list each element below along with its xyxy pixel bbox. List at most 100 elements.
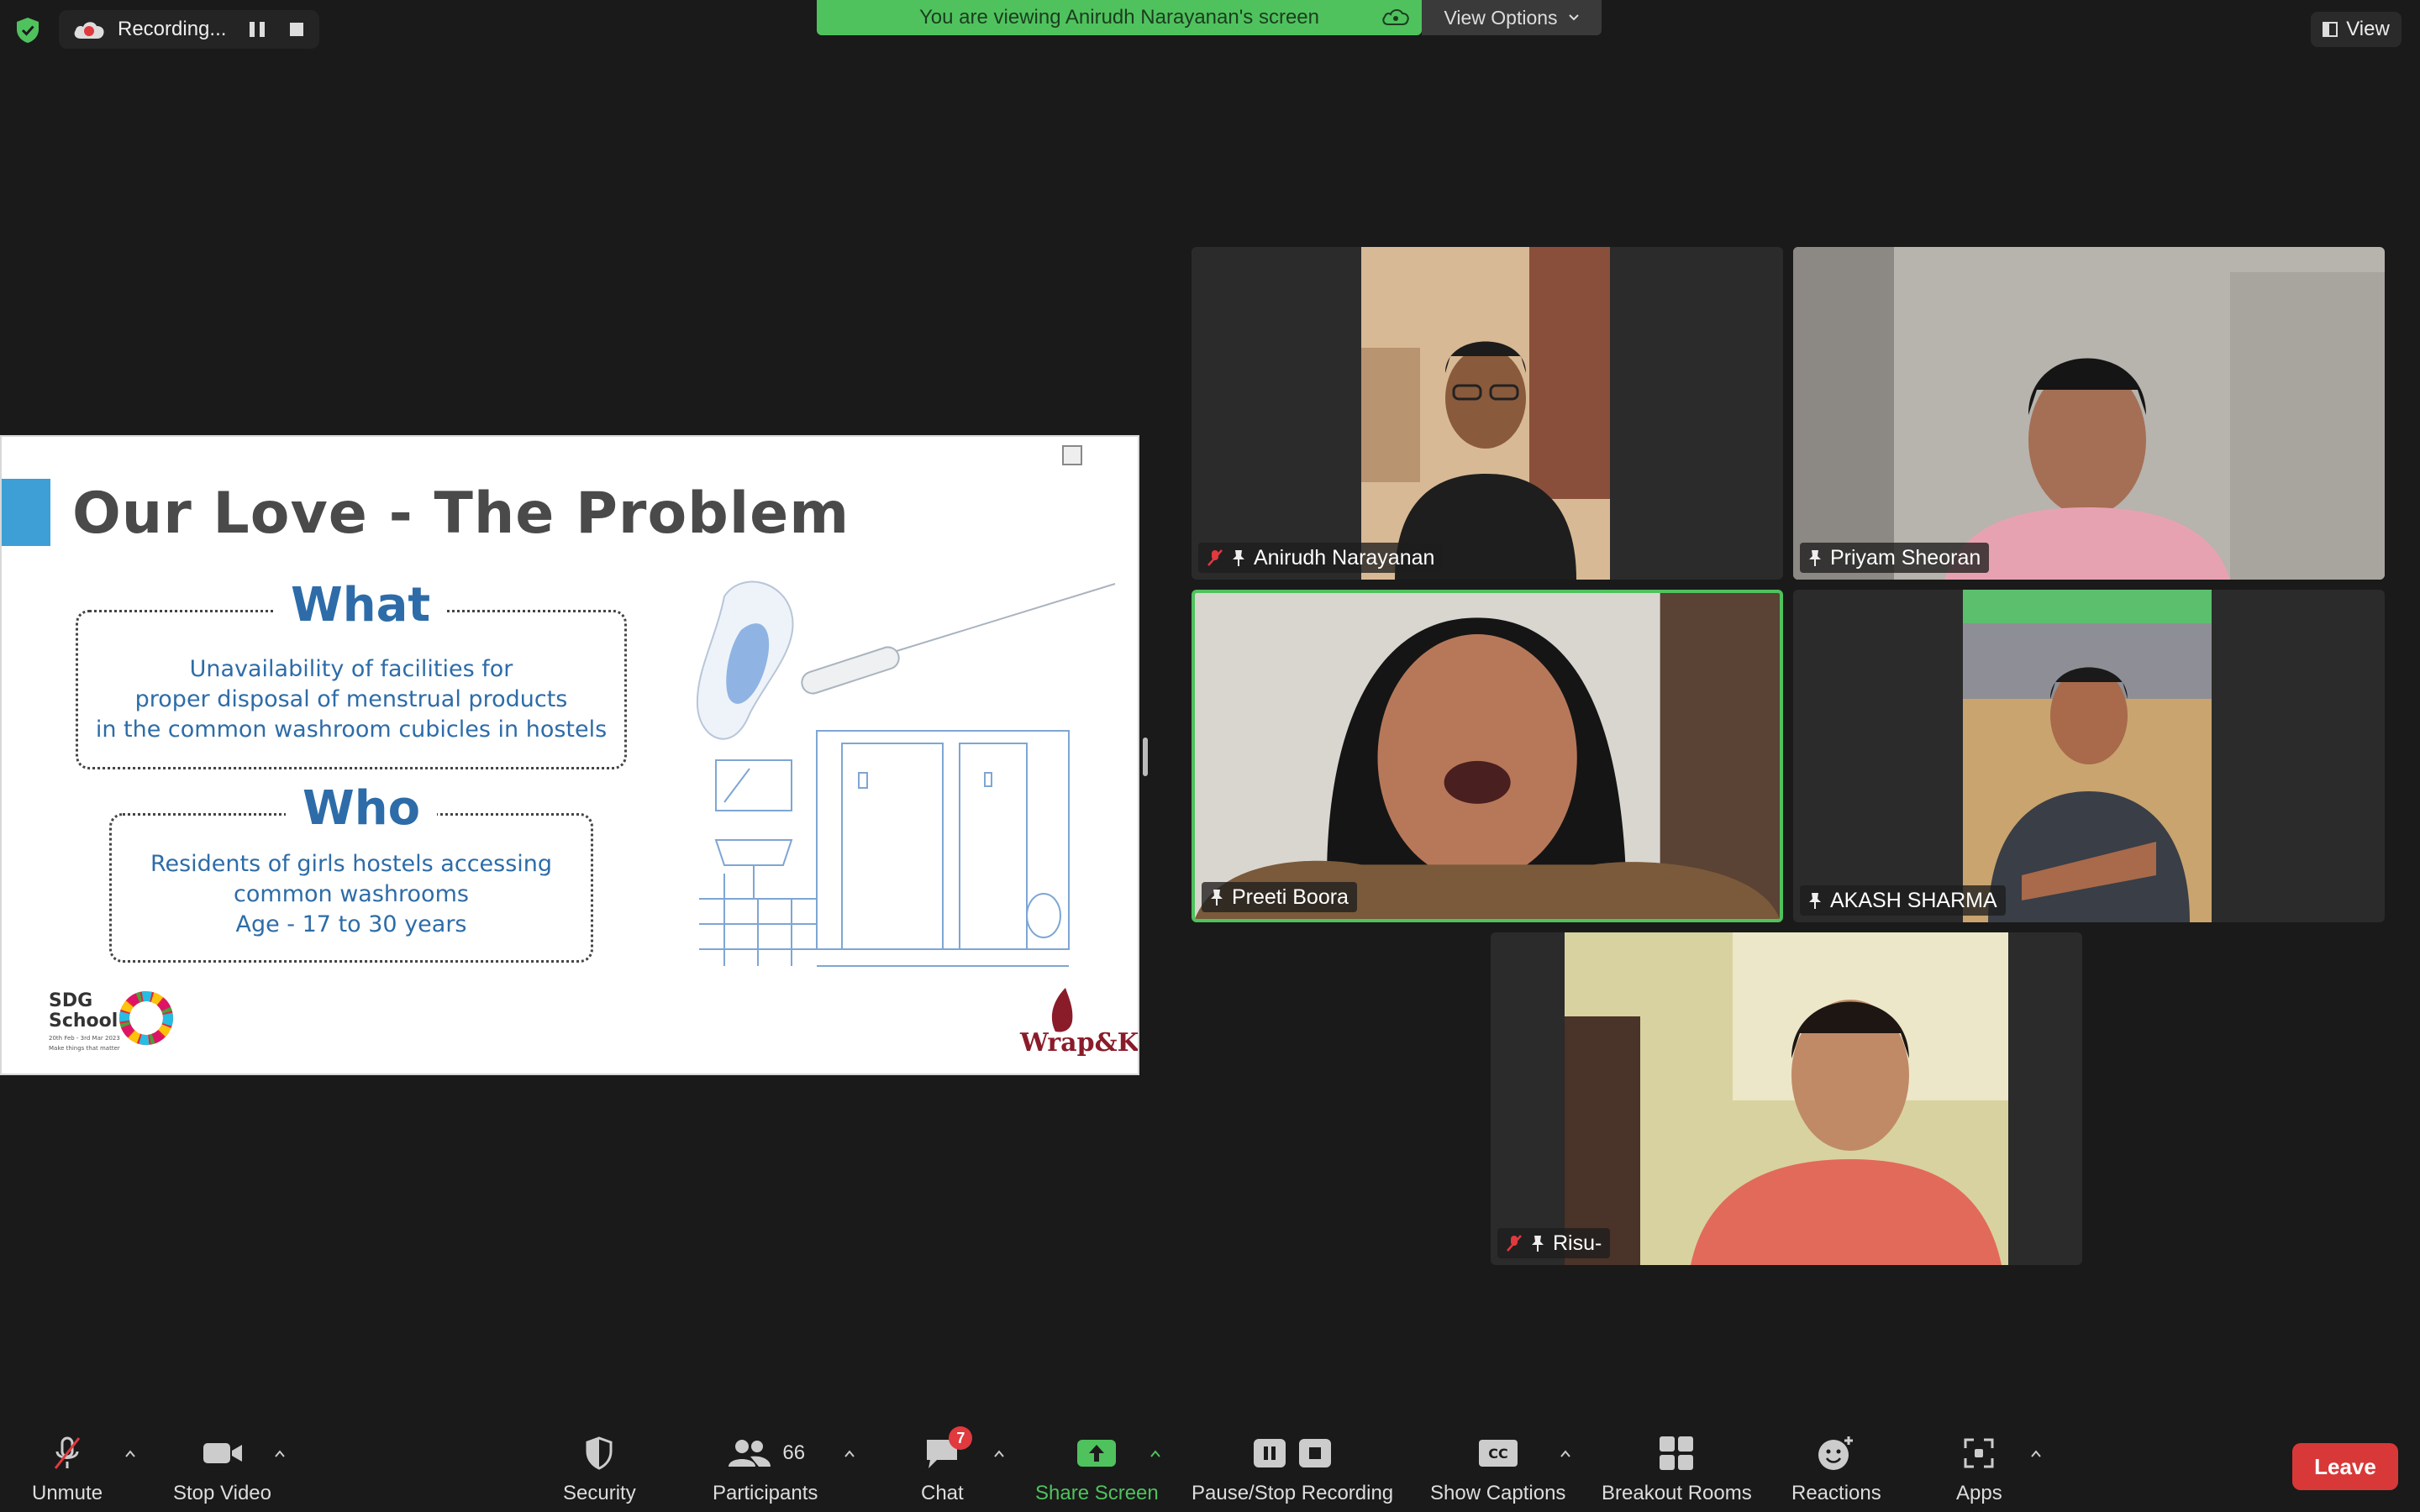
unmute-label: Unmute xyxy=(32,1482,103,1504)
apps-label: Apps xyxy=(1956,1482,2002,1504)
pause-stop-recording-button[interactable]: Pause/Stop Recording xyxy=(1192,1435,1393,1505)
who-line: common washrooms xyxy=(234,881,469,907)
layout-icon xyxy=(2323,22,2338,37)
video-feed xyxy=(1361,247,1610,580)
breakout-rooms-label: Breakout Rooms xyxy=(1602,1482,1752,1504)
chat-button[interactable]: 7 Chat xyxy=(921,1426,973,1505)
participant-video xyxy=(1361,247,1610,580)
captions-options-caret-icon[interactable] xyxy=(1560,1448,1571,1460)
reactions-smiley-icon xyxy=(1818,1436,1854,1470)
what-box: Unavailability of facilities for proper … xyxy=(76,610,627,769)
unmute-button[interactable]: Unmute xyxy=(32,1435,103,1505)
audio-options-caret-icon[interactable] xyxy=(124,1448,136,1460)
security-button[interactable]: Security xyxy=(563,1435,636,1505)
viewing-screen-banner: You are viewing Anirudh Narayanan's scre… xyxy=(817,0,1422,35)
participant-name-tag: Risu- xyxy=(1497,1228,1611,1258)
chevron-down-icon xyxy=(1568,14,1579,21)
sdg-logo-line: SDG xyxy=(49,990,93,1011)
pause-stop-recording-label: Pause/Stop Recording xyxy=(1192,1482,1394,1504)
video-feed xyxy=(1565,932,2008,1265)
reactions-button[interactable]: Reactions xyxy=(1791,1435,1881,1505)
chat-options-caret-icon[interactable] xyxy=(993,1448,1005,1460)
who-heading: Who xyxy=(286,781,438,836)
participants-label: Participants xyxy=(713,1482,818,1504)
video-feed xyxy=(1963,590,2212,922)
meeting-toolbar: Unmute Stop Video Security 66 Participan… xyxy=(0,1423,2420,1512)
pin-icon xyxy=(1532,1236,1544,1252)
fullscreen-icon[interactable] xyxy=(1062,445,1082,465)
apps-button[interactable]: Apps xyxy=(1956,1435,2002,1505)
recording-indicator: Recording... xyxy=(59,10,319,49)
view-options-label: View Options xyxy=(1444,6,1558,29)
participants-options-caret-icon[interactable] xyxy=(844,1448,855,1460)
svg-text:CC: CC xyxy=(1488,1446,1507,1462)
washroom-illustration xyxy=(696,580,1116,967)
participant-name: Anirudh Narayanan xyxy=(1254,545,1435,570)
participant-tile[interactable]: Priyam Sheoran xyxy=(1793,247,2385,580)
slide-title: Our Love - The Problem xyxy=(72,480,850,547)
stop-icon xyxy=(1299,1439,1332,1467)
share-screen-icon xyxy=(1077,1440,1117,1467)
shield-icon xyxy=(586,1436,613,1470)
share-screen-button[interactable]: Share Screen xyxy=(1035,1435,1159,1505)
participant-name-tag: Anirudh Narayanan xyxy=(1198,543,1444,573)
what-line: in the common washroom cubicles in hoste… xyxy=(95,717,608,743)
stop-video-label: Stop Video xyxy=(173,1482,271,1504)
wrap-and-kin-mark xyxy=(1051,988,1073,1032)
security-shield-icon xyxy=(17,18,39,43)
participant-video xyxy=(1565,932,2008,1265)
participant-tile[interactable]: Anirudh Narayanan xyxy=(1192,247,1783,580)
pause-icon xyxy=(1254,1439,1286,1467)
participant-name: Preeti Boora xyxy=(1232,885,1349,909)
participant-video xyxy=(1195,593,1780,919)
participant-name-tag: Priyam Sheoran xyxy=(1800,543,1990,573)
pin-icon xyxy=(1809,550,1821,566)
wrap-and-kin-text: Wrap&Kin xyxy=(1020,1028,1139,1058)
participant-tile-active-speaker[interactable]: Preeti Boora xyxy=(1192,590,1783,922)
sdg-logo-dates: 20th Feb - 3rd Mar 2023 xyxy=(49,1035,120,1042)
pin-icon xyxy=(1233,550,1244,566)
reactions-label: Reactions xyxy=(1791,1482,1881,1504)
stop-video-button[interactable]: Stop Video xyxy=(173,1435,271,1505)
what-line: proper disposal of menstrual products xyxy=(134,686,568,712)
breakout-rooms-button[interactable]: Breakout Rooms xyxy=(1602,1435,1752,1505)
sdg-school-logo: SDG School 20th Feb - 3rd Mar 2023 Make … xyxy=(49,991,183,1067)
view-options-dropdown[interactable]: View Options xyxy=(1422,0,1602,35)
title-accent-bar xyxy=(2,479,50,546)
participant-name-tag: Preeti Boora xyxy=(1202,882,1357,912)
breakout-rooms-icon xyxy=(1660,1436,1694,1470)
participant-name: AKASH SHARMA xyxy=(1830,888,1997,912)
recording-label: Recording... xyxy=(118,18,227,40)
apps-options-caret-icon[interactable] xyxy=(2030,1448,2042,1460)
stop-recording-icon[interactable] xyxy=(290,23,304,36)
show-captions-button[interactable]: CC Show Captions xyxy=(1430,1435,1565,1505)
participant-video xyxy=(1793,247,2385,580)
chat-unread-badge: 7 xyxy=(949,1426,973,1450)
pin-icon xyxy=(1211,890,1223,906)
view-label: View xyxy=(2346,18,2390,40)
show-captions-label: Show Captions xyxy=(1430,1482,1566,1504)
participant-tile[interactable]: AKASH SHARMA xyxy=(1793,590,2385,922)
sdg-logo-line: School xyxy=(49,1011,118,1032)
view-layout-button[interactable]: View xyxy=(2311,12,2402,47)
share-options-caret-icon[interactable] xyxy=(1150,1448,1161,1460)
sdg-wheel-icon xyxy=(119,991,173,1045)
leave-meeting-button[interactable]: Leave xyxy=(2292,1443,2398,1490)
what-text: Unavailability of facilities for proper … xyxy=(78,654,624,745)
muted-mic-icon xyxy=(1207,549,1223,566)
cloud-icon xyxy=(1382,9,1409,25)
muted-mic-icon xyxy=(1507,1235,1522,1252)
who-line: Age - 17 to 30 years xyxy=(235,911,467,937)
viewing-banner-text: You are viewing Anirudh Narayanan's scre… xyxy=(919,6,1319,29)
video-feed xyxy=(1793,247,2385,580)
participant-name: Risu- xyxy=(1553,1231,1602,1255)
wrap-and-kin-logo: Wrap&Kin xyxy=(1013,981,1138,1065)
participants-button[interactable]: 66 Participants xyxy=(713,1435,818,1505)
security-label: Security xyxy=(563,1482,636,1504)
pause-recording-icon[interactable] xyxy=(250,22,266,37)
split-view-handle[interactable] xyxy=(1143,738,1148,776)
participants-icon xyxy=(729,1440,771,1467)
who-text: Residents of girls hostels accessing com… xyxy=(112,849,591,940)
participant-tile[interactable]: Risu- xyxy=(1491,932,2082,1265)
video-options-caret-icon[interactable] xyxy=(274,1448,286,1460)
